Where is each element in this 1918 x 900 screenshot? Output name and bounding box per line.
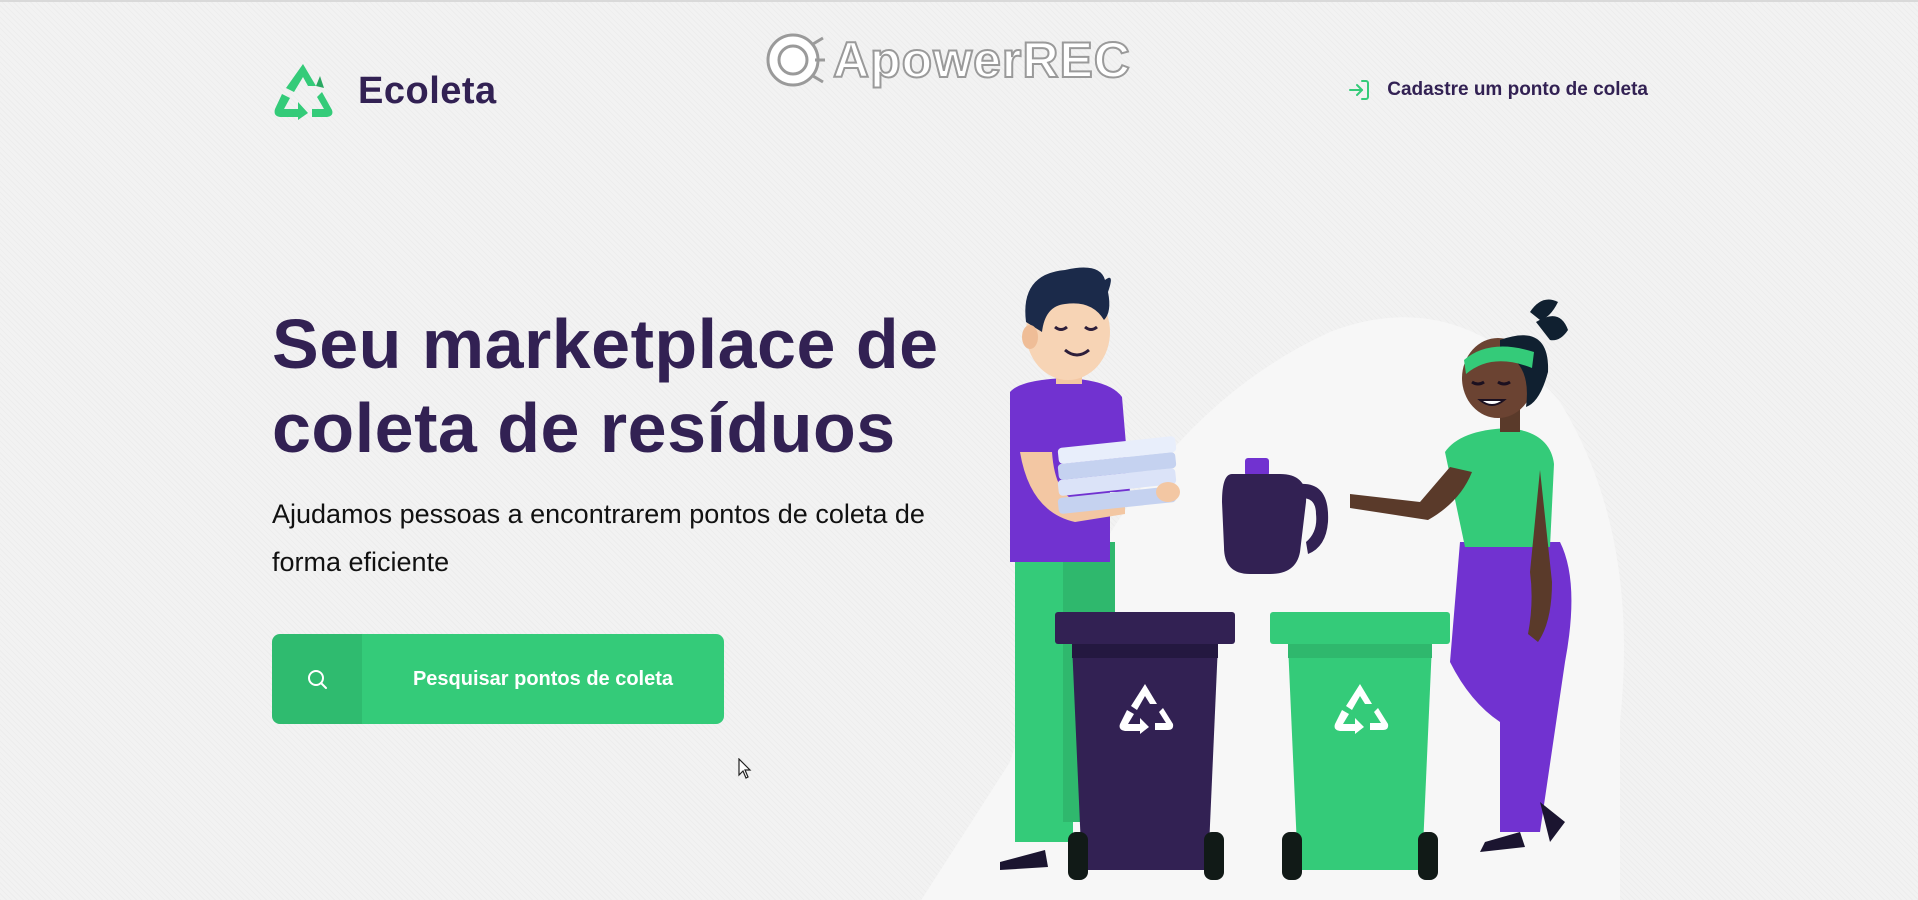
logo[interactable]: Ecoleta: [272, 62, 497, 120]
logo-text: Ecoleta: [358, 69, 497, 112]
recycle-icon: [274, 64, 333, 120]
register-point-link-label: Cadastre um ponto de coleta: [1387, 79, 1648, 100]
recycling-illustration: [921, 267, 1624, 900]
register-point-link[interactable]: Cadastre um ponto de coleta: [1347, 78, 1648, 102]
paper-stack: [1057, 436, 1177, 514]
search-points-button[interactable]: Pesquisar pontos de coleta: [272, 634, 724, 724]
watermark: ApowerREC: [765, 30, 1131, 90]
watermark-text: ApowerREC: [832, 32, 1131, 88]
search-points-button-label: Pesquisar pontos de coleta: [412, 667, 674, 690]
log-in-icon: [1349, 80, 1370, 100]
green-recycling-bin: [1270, 612, 1450, 880]
dark-recycling-bin: [1055, 612, 1235, 880]
search-button-icon-box: [272, 634, 362, 724]
mouse-pointer-icon: [738, 758, 752, 779]
page: Ecoleta ApowerREC Cadastre um ponto de c…: [0, 0, 1918, 900]
record-icon: [766, 33, 825, 87]
search-icon: [308, 670, 327, 689]
